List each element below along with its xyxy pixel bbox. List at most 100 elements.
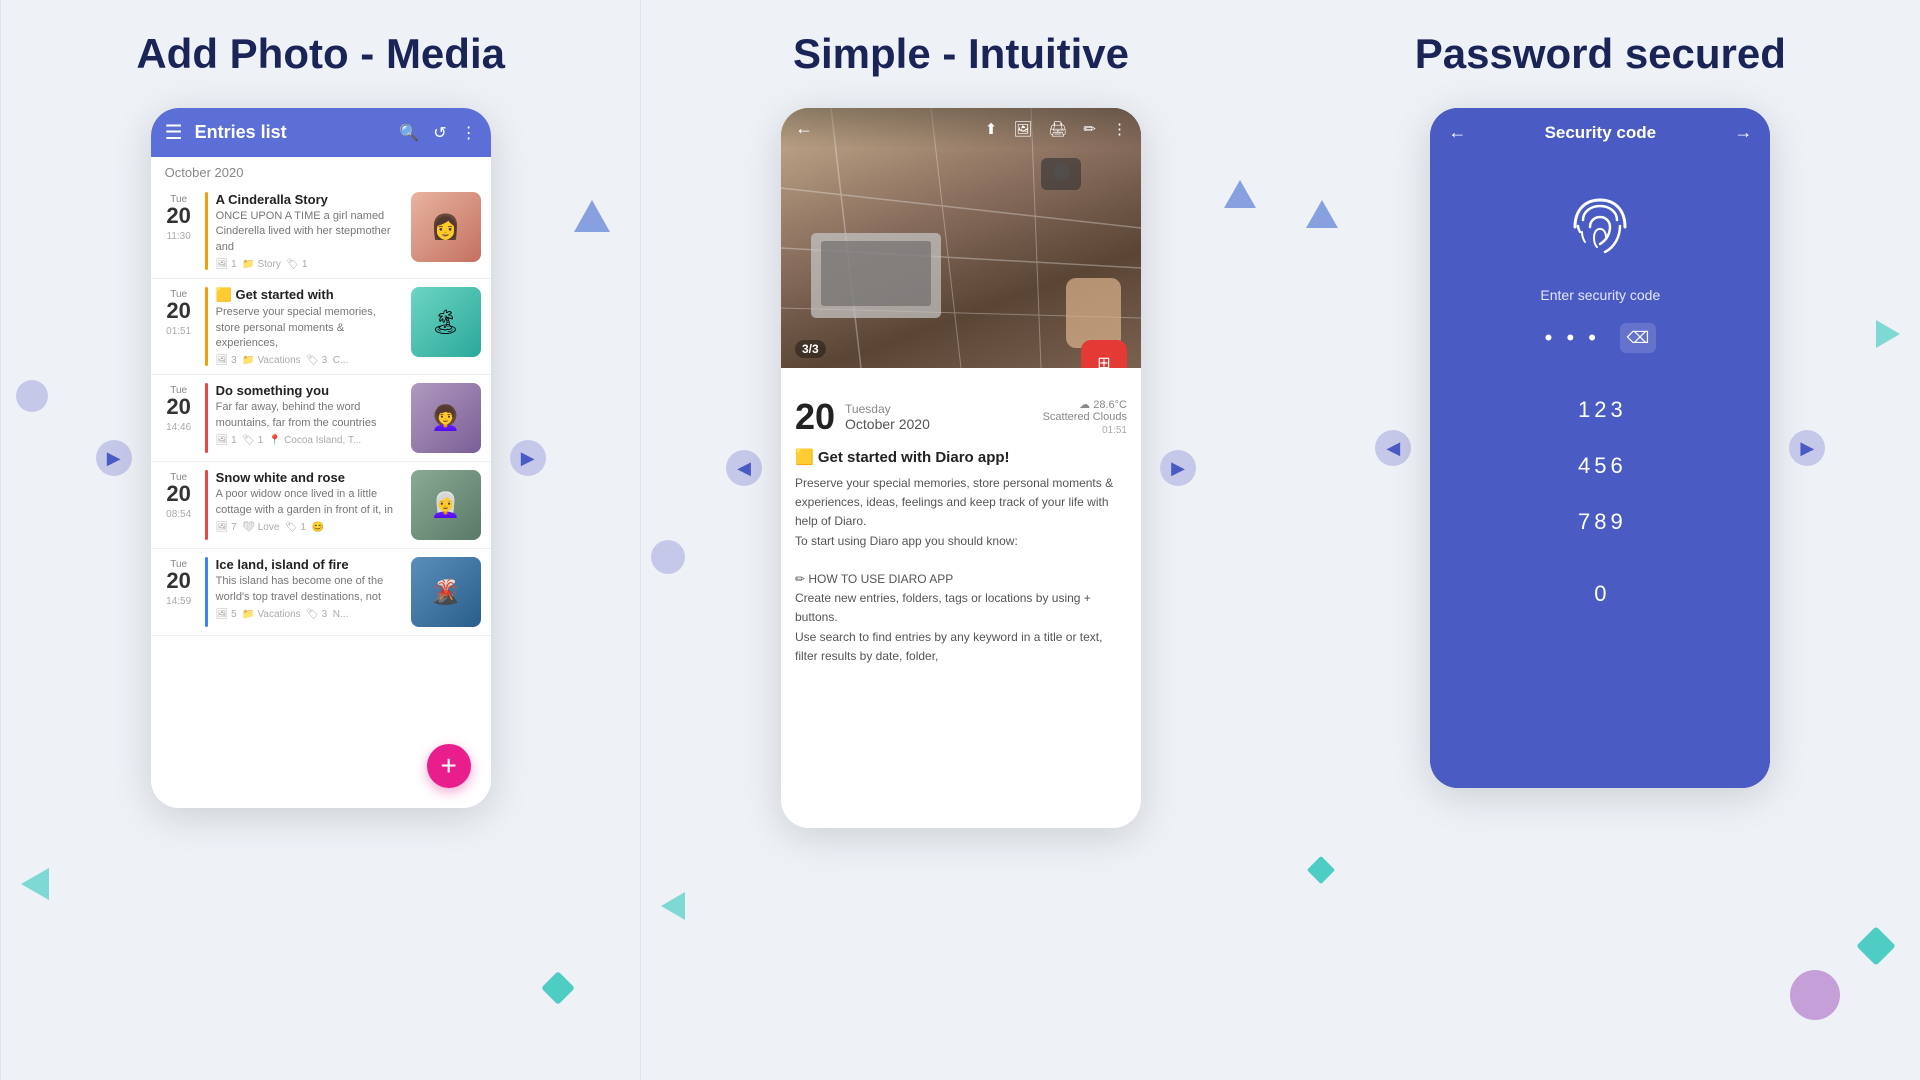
image-counter: 3/3 [795, 340, 826, 358]
phone-mockup-2: ◀ [781, 108, 1141, 828]
pin-dots-display: • • • [1545, 325, 1600, 351]
entry-accent [205, 287, 208, 366]
entry-day: 20 [795, 396, 835, 438]
entry-time: 01:51 [1043, 425, 1127, 436]
key-8[interactable]: 8 [1594, 496, 1606, 548]
print-icon[interactable]: 🖨 [1048, 120, 1067, 138]
entry-header-bar: ← ⬆ 🖼 🖨 ✏ ⋮ [781, 108, 1141, 149]
panel-add-photo: Add Photo - Media ▶ ☰ Entries list 🔍 ↺ ⋮… [0, 0, 641, 1080]
entry-accent [205, 557, 208, 627]
date-info: Tuesday October 2020 [845, 402, 1033, 432]
fab-add[interactable]: + [427, 744, 471, 788]
phone-mockup-3: ◀ ← Security code → [1430, 108, 1770, 788]
key-1[interactable]: 1 [1578, 384, 1590, 436]
entry-thumbnail: 🌋 [411, 557, 481, 627]
entry-thumbnail: 👩‍🦳 [411, 470, 481, 540]
entry-text: Ice land, island of fire This island has… [216, 557, 403, 627]
entry-thumbnail: 👩‍🦱 [411, 383, 481, 453]
key-6[interactable]: 6 [1610, 440, 1622, 492]
header-icons: 🔍 ↺ ⋮ [399, 123, 476, 143]
key-9[interactable]: 9 [1610, 496, 1622, 548]
key-0[interactable]: 0 [1550, 568, 1650, 620]
security-screen: ← Security code → [1430, 108, 1770, 788]
forward-icon-security[interactable]: → [1734, 122, 1752, 143]
menu-icon[interactable]: ☰ [165, 120, 183, 145]
deco-circle-2 [651, 540, 685, 574]
weather-desc: Scattered Clouds [1043, 411, 1127, 423]
numpad-grid: 1 2 3 4 5 6 7 8 9 [1558, 384, 1643, 568]
action-button[interactable]: ⊞ [1081, 340, 1127, 368]
back-icon[interactable]: ← [795, 118, 813, 139]
more-icon[interactable]: ⋮ [461, 123, 477, 143]
laptop-shape [811, 233, 941, 318]
key-7[interactable]: 7 [1578, 496, 1590, 548]
camera-shape [1041, 158, 1081, 190]
entry-thumbnail: 🏝 [411, 287, 481, 357]
month-year: October 2020 [845, 416, 1033, 432]
weekday: Tuesday [845, 402, 1033, 416]
key-5[interactable]: 5 [1594, 440, 1606, 492]
entry-body: 🟨 Get started with Diaro app! Preserve y… [781, 448, 1141, 680]
entry-text: Do something you Far far away, behind th… [216, 383, 403, 453]
table-row[interactable]: Tue 20 14:46 Do something you Far far aw… [151, 375, 491, 462]
entry-date: Tue 20 14:46 [161, 383, 197, 453]
image-icon[interactable]: 🖼 [1013, 120, 1032, 138]
key-3[interactable]: 3 [1610, 384, 1622, 436]
deco-diamond-3 [1307, 856, 1335, 884]
entries-list-title: Entries list [195, 122, 388, 143]
back-icon-security[interactable]: ← [1448, 122, 1466, 143]
entry-text: 🟨 Get started with Preserve your special… [216, 287, 403, 366]
entry-date: Tue 20 14:59 [161, 557, 197, 627]
nav-arrow-right-3[interactable]: ▶ [1789, 430, 1825, 466]
entry-date: Tue 20 08:54 [161, 470, 197, 540]
backspace-button[interactable]: ⌫ [1620, 323, 1656, 353]
nav-arrow-right-2[interactable]: ▶ [1160, 450, 1196, 486]
nav-arrow-right-1[interactable]: ▶ [510, 440, 546, 476]
panel-password-secured: Password secured ◀ ← Security code → [1281, 0, 1920, 1080]
share-icon[interactable]: ⬆ [985, 120, 998, 138]
table-row[interactable]: Tue 20 14:59 Ice land, island of fire Th… [151, 549, 491, 636]
nav-arrow-left-3[interactable]: ◀ [1375, 430, 1411, 466]
deco-triangle-3 [1224, 180, 1256, 208]
key-2[interactable]: 2 [1594, 384, 1606, 436]
key-4[interactable]: 4 [1578, 440, 1590, 492]
table-row[interactable]: Tue 20 11:30 A Cinderalla Story ONCE UPO… [151, 184, 491, 279]
entry-date: Tue 20 11:30 [161, 192, 197, 270]
panel-simple-intuitive: Simple - Intuitive ◀ [641, 0, 1280, 1080]
entry-date: Tue 20 01:51 [161, 287, 197, 366]
security-body: Enter security code • • • ⌫ 1 2 [1430, 157, 1770, 788]
panel-title-1: Add Photo - Media [136, 30, 505, 78]
deco-triangle-1 [574, 200, 610, 232]
search-icon[interactable]: 🔍 [399, 123, 419, 143]
deco-triangle-4 [661, 892, 685, 920]
backspace-icon: ⌫ [1627, 328, 1650, 348]
entry-text: Snow white and rose A poor widow once li… [216, 470, 403, 540]
nav-arrow-left-2[interactable]: ◀ [726, 450, 762, 486]
entry-accent [205, 470, 208, 540]
table-row[interactable]: Tue 20 01:51 🟨 Get started with Preserve… [151, 279, 491, 375]
deco-triangle-6 [1876, 320, 1900, 348]
deco-triangle-2 [21, 868, 49, 900]
entry-accent [205, 383, 208, 453]
phone-mockup-1: ▶ ☰ Entries list 🔍 ↺ ⋮ October 2020 Tue … [151, 108, 491, 808]
table-row[interactable]: Tue 20 08:54 Snow white and rose A poor … [151, 462, 491, 549]
security-title: Security code [1466, 123, 1734, 143]
more-icon-2[interactable]: ⋮ [1112, 120, 1127, 138]
entry-text: A Cinderalla Story ONCE UPON A TIME a gi… [216, 192, 403, 270]
weather-info: ☁ 28.6°C Scattered Clouds 01:51 [1043, 398, 1127, 436]
history-icon[interactable]: ↺ [433, 123, 446, 143]
deco-diamond-2 [1856, 926, 1896, 966]
security-subtitle: Enter security code [1540, 287, 1660, 303]
entry-accent [205, 192, 208, 270]
weather-temp: ☁ 28.6°C [1043, 398, 1127, 411]
pin-input-row: • • • ⌫ [1525, 323, 1676, 353]
security-header: ← Security code → [1430, 108, 1770, 157]
deco-diamond-1 [541, 971, 575, 1005]
phone-3: ← Security code → [1430, 108, 1770, 788]
fingerprint-icon [1560, 187, 1640, 267]
phone-2: ← ⬆ 🖼 🖨 ✏ ⋮ 3/3 ⊞ 20 [781, 108, 1141, 828]
edit-icon[interactable]: ✏ [1083, 120, 1096, 138]
phone-1: ☰ Entries list 🔍 ↺ ⋮ October 2020 Tue 20… [151, 108, 491, 808]
nav-arrow-left-1[interactable]: ▶ [96, 440, 132, 476]
hand-shape [1066, 278, 1121, 348]
